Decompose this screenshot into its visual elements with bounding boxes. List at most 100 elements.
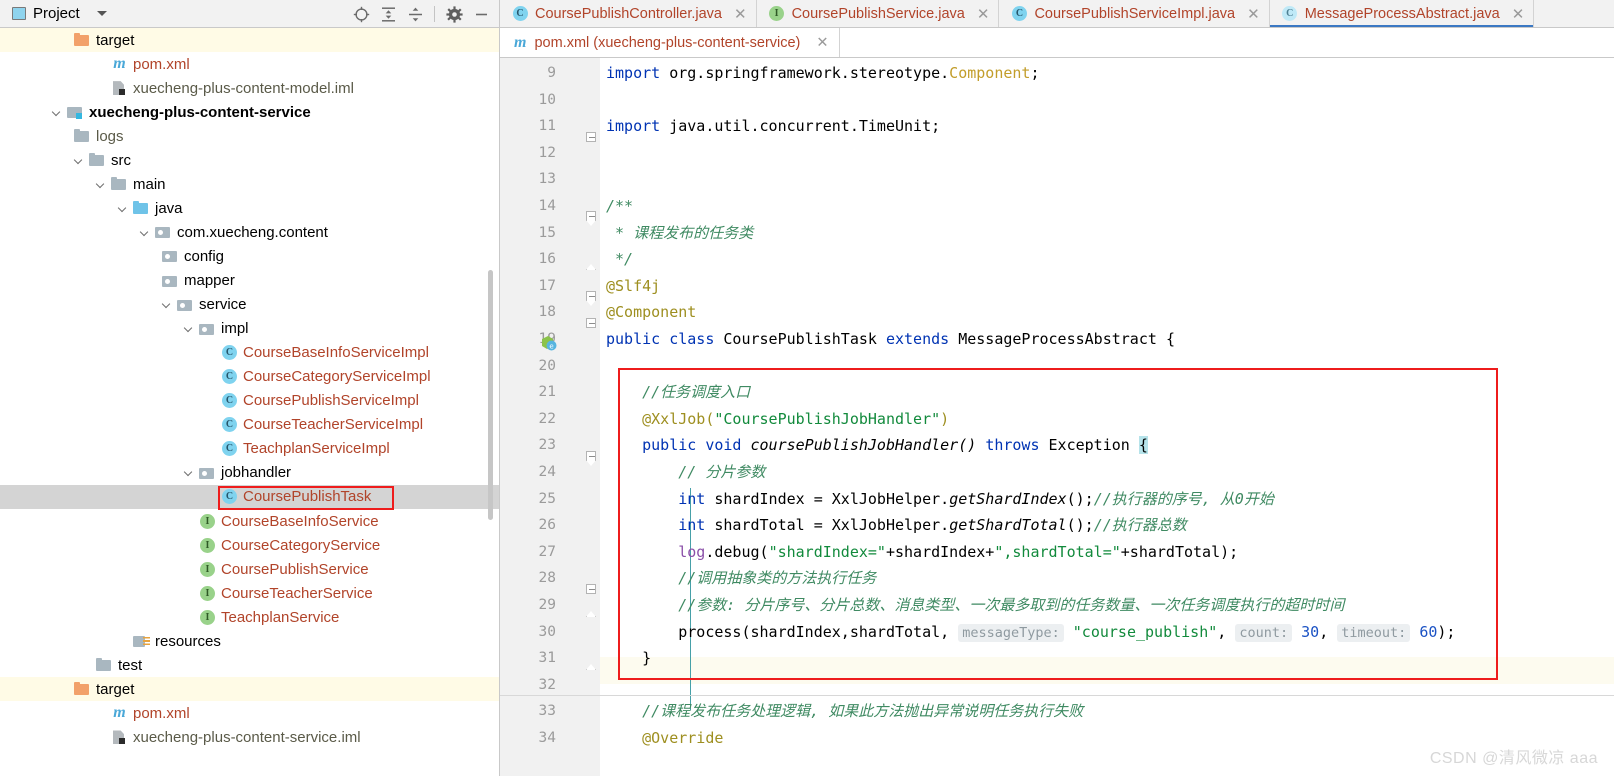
folder-target-icon [74,681,91,697]
project-file-tree[interactable]: target m pom.xml xuecheng-plus-content-mode… [0,28,499,776]
fold-marker-23[interactable] [586,451,597,466]
editor-tab-coursepublishservice[interactable]: I CoursePublishService.java ✕ [757,0,1000,27]
tree-item-resources[interactable]: resources [0,629,499,653]
editor-tab-messageprocessabstract[interactable]: C MessageProcessAbstract.java ✕ [1269,0,1535,27]
fold-marker-16[interactable] [586,264,597,275]
overridden-method-icon[interactable]: e [540,334,558,352]
tree-item-main[interactable]: main [0,172,499,196]
tree-item-coursepublishtask[interactable]: C CoursePublishTask [0,484,499,509]
code-token: org.springframework.stereotype. [660,64,950,82]
code-token: , [1217,622,1236,641]
fold-marker-31[interactable] [586,664,597,675]
minimize-icon[interactable] [469,2,493,26]
fold-marker-17[interactable] [586,291,597,306]
chevron-down-icon[interactable] [162,299,173,310]
tree-item-coursecategoryservice[interactable]: I CourseCategoryService [0,533,499,557]
tree-item-xuecheng-plus-content-model-iml[interactable]: xuecheng-plus-content-model.iml [0,76,499,100]
close-tab-icon[interactable]: ✕ [1512,5,1525,23]
tree-no-arrow [184,564,195,575]
tree-item-teachplanservice[interactable]: I TeachplanService [0,605,499,629]
tree-item-label: logs [96,127,124,145]
package-icon [162,273,179,289]
tree-item-test[interactable]: test [0,653,499,677]
tree-no-arrow [206,443,217,454]
tree-item-config[interactable]: config [0,244,499,268]
resources-folder-icon [133,633,150,649]
chevron-down-icon[interactable] [140,227,151,238]
tree-item-label: main [133,175,166,193]
tree-item-src[interactable]: src [0,148,499,172]
tree-item-pom-xml[interactable]: m pom.xml [0,52,499,76]
tree-scrollbar[interactable] [488,270,493,520]
editor-gutter[interactable]: 9101112131415161718192021222324252627282… [500,58,600,776]
tree-no-arrow [96,732,107,743]
code-line-25: int shardIndex = XxlJobHelper.getShardIn… [606,486,1274,513]
chevron-down-icon[interactable] [96,11,107,16]
expand-all-icon[interactable] [376,2,400,26]
tree-item-coursebaseinfoserviceimpl[interactable]: C CourseBaseInfoServiceImpl [0,341,499,365]
line-number-28: 28 [538,570,556,587]
tree-item-pom-xml[interactable]: m pom.xml [0,701,499,725]
chevron-down-icon[interactable] [74,155,85,166]
tree-item-xuecheng-plus-content-service[interactable]: xuecheng-plus-content-service [0,100,499,124]
chevron-down-icon[interactable] [52,107,63,118]
editor-tab-pom-xml[interactable]: m pom.xml (xuecheng-plus-content-service)… [500,28,840,57]
chevron-down-icon[interactable] [184,467,195,478]
line-number-29: 29 [538,597,556,613]
code-token: CoursePublishTask [723,330,886,348]
tree-item-label: CoursePublishServiceImpl [243,392,419,410]
code-token: (); [1066,489,1094,508]
editor-tab-coursepublishserviceimpl[interactable]: C CoursePublishServiceImpl.java ✕ [999,0,1270,27]
code-token: /** [606,197,634,215]
close-tab-icon[interactable]: ✕ [734,5,747,23]
code-token: //调用抽象类的方法执行任务 [606,569,877,588]
fold-marker-11[interactable] [586,132,597,143]
tree-item-teachplanserviceimpl[interactable]: C TeachplanServiceImpl [0,437,499,461]
tree-item-service[interactable]: service [0,293,499,317]
project-tool-window: Project target m pom.xml xuecheng-plus-c… [0,0,500,776]
locate-icon[interactable] [349,2,373,26]
tree-item-jobhandler[interactable]: jobhandler [0,461,499,485]
code-viewport[interactable]: 9101112131415161718192021222324252627282… [500,58,1614,776]
code-text[interactable]: import org.springframework.stereotype.Co… [600,58,1614,776]
editor-tab-coursepublishcontroller[interactable]: C CoursePublishController.java ✕ [500,0,757,27]
tree-item-target[interactable]: target [0,677,499,702]
settings-gear-icon[interactable] [442,2,466,26]
tree-item-target[interactable]: target [0,28,499,52]
tree-item-coursepublishservice[interactable]: I CoursePublishService [0,557,499,581]
chevron-down-icon[interactable] [96,179,107,190]
fold-marker-28[interactable] [586,584,597,595]
chevron-down-icon[interactable] [118,203,129,214]
code-token: process(shardIndex,shardTotal, [606,622,959,641]
tree-item-coursebaseinfoservice[interactable]: I CourseBaseInfoService [0,509,499,533]
chevron-down-icon[interactable] [184,323,195,334]
fold-marker-18[interactable] [586,318,597,329]
collapse-all-icon[interactable] [403,2,427,26]
tree-item-coursepublishserviceimpl[interactable]: C CoursePublishServiceImpl [0,389,499,413]
tree-item-label: CourseCategoryServiceImpl [243,368,431,386]
tree-item-courseteacherservice[interactable]: I CourseTeacherService [0,581,499,605]
editor-tab-bar-row2[interactable]: m pom.xml (xuecheng-plus-content-service)… [500,28,1614,58]
tree-item-java[interactable]: java [0,196,499,220]
tree-item-impl[interactable]: impl [0,317,499,341]
tree-item-label: xuecheng-plus-content-model.iml [133,79,354,97]
tree-item-coursecategoryserviceimpl[interactable]: C CourseCategoryServiceImpl [0,365,499,389]
editor-tab-bar-row1[interactable]: C CoursePublishController.java ✕ I CoursePub… [500,0,1614,28]
code-token: log [678,542,706,561]
tree-item-courseteacherserviceimpl[interactable]: C CourseTeacherServiceImpl [0,413,499,437]
tree-item-mapper[interactable]: mapper [0,269,499,293]
tree-item-xuecheng-plus-content-service-iml[interactable]: xuecheng-plus-content-service.iml [0,725,499,749]
code-token: ; [1030,64,1040,82]
tree-item-logs[interactable]: logs [0,124,499,148]
code-line-23: public void coursePublishJobHandler() th… [606,432,1148,459]
close-tab-icon[interactable]: ✕ [977,5,990,23]
close-tab-icon[interactable]: ✕ [1247,5,1260,23]
fold-marker-29[interactable] [586,611,597,622]
tree-item-com-xuecheng-content[interactable]: com.xuecheng.content [0,220,499,244]
tree-no-arrow [206,419,217,430]
code-line-18: @Component [606,299,696,326]
fold-marker-14[interactable] [586,211,597,226]
close-tab-icon[interactable]: ✕ [816,35,828,51]
project-title-group[interactable]: Project [0,5,107,22]
